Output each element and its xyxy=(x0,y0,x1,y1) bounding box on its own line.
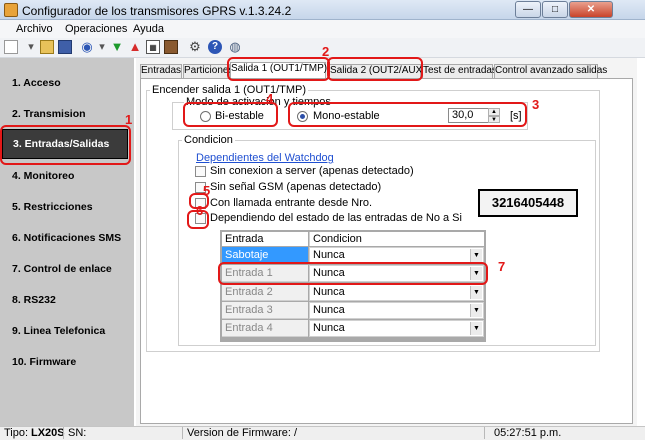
status-time: 05:27:51 p.m. xyxy=(494,427,562,439)
status-tipo-value: LX20S xyxy=(31,427,65,439)
connect-dropdown-icon[interactable]: ▾ xyxy=(95,40,109,54)
annotation-label-2: 2 xyxy=(322,44,330,59)
minimize-button[interactable]: — xyxy=(515,1,541,18)
settings-icon[interactable]: ⚙ xyxy=(188,40,202,54)
grid-header-condicion: Condicion xyxy=(309,232,484,246)
sidebar-item-acceso[interactable]: 1. Acceso xyxy=(0,68,134,99)
no-server-label: Sin conexion a server (apenas detectado) xyxy=(210,165,414,177)
annotation-label-5: 5 xyxy=(203,183,211,198)
tab-control-avanzado-salidas[interactable]: Control avanzado salidas xyxy=(494,64,607,78)
status-firmware: Version de Firmware: / xyxy=(187,427,298,439)
status-tipo-label: Tipo: xyxy=(4,427,29,439)
tab-entradas[interactable]: Entradas xyxy=(140,64,182,78)
grid-row-entrada2-entrada[interactable]: Entrada 2 xyxy=(222,284,308,301)
status-sn: SN: xyxy=(68,427,87,439)
close-button[interactable]: ✕ xyxy=(569,1,613,18)
save-icon[interactable] xyxy=(58,40,72,54)
grid-header-entrada: Entrada xyxy=(222,232,308,246)
menu-archivo[interactable]: Archivo xyxy=(16,23,53,35)
grid-row-entrada4-entrada[interactable]: Entrada 4 xyxy=(222,320,308,337)
grid-row-entrada2-condicion[interactable]: Nunca xyxy=(309,284,484,301)
sidebar-item-linea-telefonica[interactable]: 9. Linea Telefonica xyxy=(0,316,134,347)
annotation-label-4: 4 xyxy=(266,91,274,106)
annotation-box-1 xyxy=(0,125,131,165)
no-gsm-label: Sin señal GSM (apenas detectado) xyxy=(210,181,382,193)
inputs-state-label: Dependiendo del estado de las entradas d… xyxy=(210,212,462,224)
annotation-label-3: 3 xyxy=(532,97,540,112)
sidebar-item-firmware[interactable]: 10. Firmware xyxy=(0,347,134,378)
grid-row-entrada3-condicion[interactable]: Nunca xyxy=(309,302,484,319)
status-separator xyxy=(63,427,64,439)
annotation-label-1: 1 xyxy=(125,112,133,127)
condition-group-title: Condicion xyxy=(182,134,235,146)
open-folder-icon[interactable] xyxy=(40,40,54,54)
annotation-box-2a xyxy=(227,57,330,81)
status-separator xyxy=(182,427,183,439)
status-separator xyxy=(484,427,485,439)
grid-row-entrada4-condicion[interactable]: Nunca xyxy=(309,320,484,337)
help-icon[interactable]: ? xyxy=(208,40,222,54)
annotation-box-2b xyxy=(327,57,423,81)
menu-operaciones[interactable]: Operaciones xyxy=(65,23,127,35)
chevron-down-icon[interactable]: ▼ xyxy=(470,286,482,299)
no-server-checkbox[interactable] xyxy=(195,166,206,177)
globe-icon[interactable]: ◍ xyxy=(228,40,242,54)
sidebar-item-control-de-enlace[interactable]: 7. Control de enlace xyxy=(0,254,134,285)
annotation-box-7 xyxy=(218,262,488,285)
phone-number-display: 3216405448 xyxy=(478,189,578,217)
watchdog-link[interactable]: Dependientes del Watchdog xyxy=(196,152,334,164)
tab-test-de-entradas[interactable]: Test de entradas xyxy=(422,64,497,78)
new-icon[interactable] xyxy=(4,40,18,54)
app-icon xyxy=(4,3,18,17)
maximize-button[interactable]: □ xyxy=(542,1,568,18)
connect-icon[interactable]: ◉ xyxy=(80,40,94,54)
chevron-down-icon[interactable]: ▼ xyxy=(470,249,482,262)
chevron-down-icon[interactable]: ▼ xyxy=(470,304,482,317)
upload-icon[interactable]: ▲ xyxy=(128,40,142,54)
menu-ayuda[interactable]: Ayuda xyxy=(133,23,164,35)
download-icon[interactable]: ▼ xyxy=(110,40,124,54)
book-icon[interactable] xyxy=(164,40,178,54)
grid-row-entrada3-entrada[interactable]: Entrada 3 xyxy=(222,302,308,319)
sidebar-item-monitoreo[interactable]: 4. Monitoreo xyxy=(0,161,134,192)
tab-particiones[interactable]: Particiones xyxy=(183,64,233,78)
sidebar-item-rs232[interactable]: 8. RS232 xyxy=(0,285,134,316)
annotation-box-3 xyxy=(288,102,527,127)
sidebar-item-restricciones[interactable]: 5. Restricciones xyxy=(0,192,134,223)
annotation-label-6: 6 xyxy=(196,203,204,218)
window-title: Configurador de los transmisores GPRS v.… xyxy=(22,4,292,18)
calendar-icon[interactable]: ▦ xyxy=(146,40,160,54)
sidebar-item-notificaciones-sms[interactable]: 6. Notificaciones SMS xyxy=(0,223,134,254)
chevron-down-icon[interactable]: ▼ xyxy=(470,322,482,335)
annotation-box-4 xyxy=(183,102,278,127)
open-icon[interactable]: ▾ xyxy=(24,40,38,54)
annotation-label-7: 7 xyxy=(498,259,506,274)
outer-group-title: Encender salida 1 (OUT1/TMP) xyxy=(150,84,309,96)
incoming-call-label: Con llamada entrante desde Nro. xyxy=(210,197,373,209)
